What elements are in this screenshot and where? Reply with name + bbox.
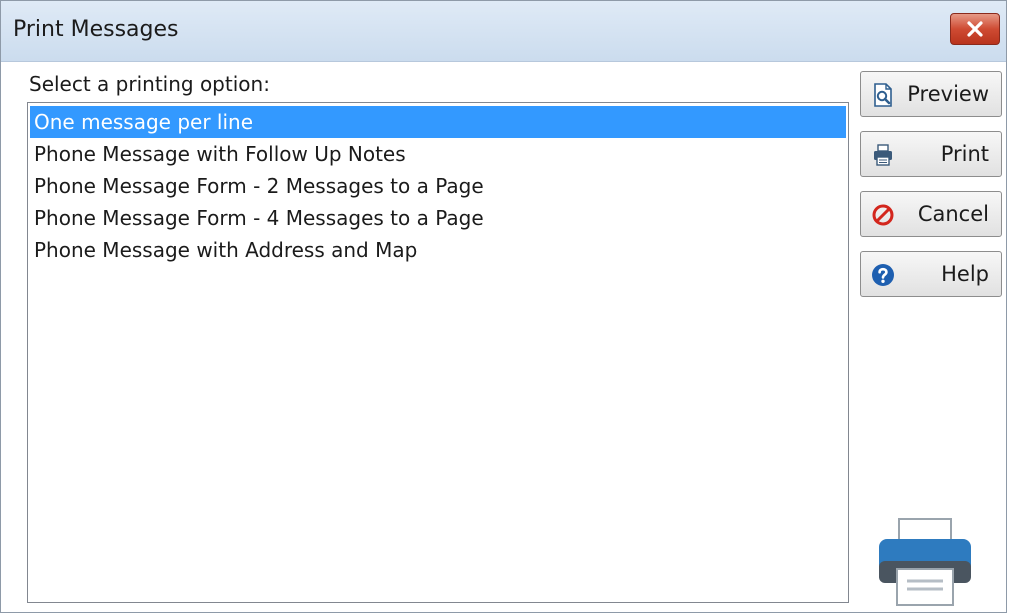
preview-icon bbox=[874, 83, 892, 107]
preview-label: Preview bbox=[907, 82, 989, 106]
cancel-icon bbox=[872, 204, 894, 226]
close-icon bbox=[967, 21, 983, 37]
print-label: Print bbox=[940, 142, 989, 166]
printer-icon bbox=[874, 144, 892, 166]
window-title: Print Messages bbox=[13, 17, 179, 42]
printing-options-list[interactable]: One message per line Phone Message with … bbox=[27, 102, 849, 603]
list-item[interactable]: Phone Message Form - 4 Messages to a Pag… bbox=[30, 202, 846, 234]
prompt-label: Select a printing option: bbox=[29, 72, 270, 96]
help-label: Help bbox=[941, 262, 989, 286]
list-item[interactable]: Phone Message with Address and Map bbox=[30, 234, 846, 266]
cancel-button[interactable]: Cancel bbox=[860, 191, 1002, 237]
list-item[interactable]: One message per line bbox=[30, 106, 846, 138]
cancel-label: Cancel bbox=[917, 202, 989, 226]
print-messages-dialog: Print Messages Select a printing option:… bbox=[0, 0, 1007, 613]
close-button[interactable] bbox=[950, 13, 1000, 45]
list-item[interactable]: Phone Message Form - 2 Messages to a Pag… bbox=[30, 170, 846, 202]
print-button[interactable]: Print bbox=[860, 131, 1002, 177]
printer-illustration-icon bbox=[879, 518, 971, 606]
title-bar: Print Messages bbox=[1, 1, 1006, 62]
help-button[interactable]: Help bbox=[860, 251, 1002, 297]
help-icon bbox=[872, 264, 894, 286]
list-item[interactable]: Phone Message with Follow Up Notes bbox=[30, 138, 846, 170]
preview-button[interactable]: Preview bbox=[860, 71, 1002, 117]
